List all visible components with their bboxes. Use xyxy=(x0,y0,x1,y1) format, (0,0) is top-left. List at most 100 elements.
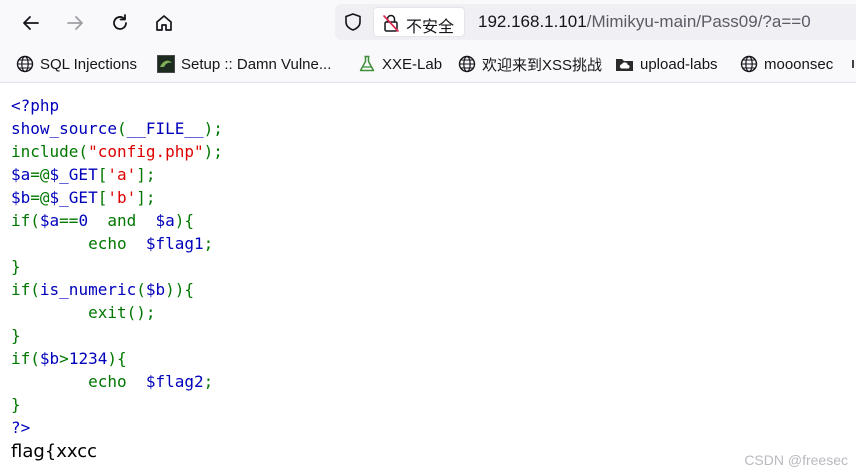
insecure-label: 不安全 xyxy=(406,19,455,36)
browser-chrome: 不安全 192.168.1.101/Mimikyu-main/Pass09/?a… xyxy=(0,0,856,83)
bookmark-sql-injections[interactable]: SQL Injections xyxy=(16,52,137,76)
source-line: ?> xyxy=(11,418,30,437)
source-line: } xyxy=(11,257,21,276)
source-token: include( xyxy=(11,142,89,161)
source-token: $b xyxy=(11,188,31,207)
source-token: [ xyxy=(97,165,108,184)
source-token: if( xyxy=(11,211,40,230)
source-line: $b=@$_GET['b']; xyxy=(11,188,156,207)
source-token: __FILE__ xyxy=(126,119,204,138)
source-token: ( xyxy=(136,280,146,299)
bookmark-label: Setup :: Damn Vulne... xyxy=(181,55,332,73)
source-line: } xyxy=(11,395,21,414)
forward-arrow-icon xyxy=(67,16,83,30)
address-bar[interactable]: 不安全 192.168.1.101/Mimikyu-main/Pass09/?a… xyxy=(335,4,856,40)
source-token: is_numeric xyxy=(39,280,137,299)
source-token: ; xyxy=(203,234,214,253)
connection-insecure-indicator[interactable]: 不安全 xyxy=(373,7,465,37)
source-token: $a xyxy=(155,211,175,230)
bookmark-mooonsec[interactable]: mooonsec xyxy=(740,52,833,76)
source-token: echo xyxy=(11,234,146,253)
globe-icon xyxy=(740,55,758,73)
back-arrow-icon xyxy=(23,16,39,30)
source-token: ?> xyxy=(11,418,31,437)
home-button[interactable] xyxy=(149,8,179,38)
home-icon xyxy=(156,15,172,31)
source-token: and xyxy=(88,211,156,230)
source-token: [ xyxy=(97,188,108,207)
source-token: ){ xyxy=(174,211,195,230)
source-token: 'a' xyxy=(107,165,137,184)
source-token: == xyxy=(59,211,79,230)
source-line: <?php xyxy=(11,96,59,115)
source-token: show_source xyxy=(11,119,117,138)
folder-cloud-icon xyxy=(615,55,634,73)
source-token: exit xyxy=(11,303,127,322)
bookmark-xss-challenge[interactable]: 欢迎来到XSS挑战 xyxy=(458,52,602,76)
source-token: $b xyxy=(145,280,166,299)
url-text[interactable]: 192.168.1.101/Mimikyu-main/Pass09/?a==0 xyxy=(478,12,811,32)
source-line: exit(); xyxy=(11,303,156,322)
source-token: } xyxy=(11,326,21,345)
source-token: } xyxy=(11,395,21,414)
source-token: $_GET xyxy=(49,165,98,184)
source-token: "config.php" xyxy=(88,142,204,161)
reload-icon xyxy=(113,14,127,30)
source-line: if(is_numeric($b)){ xyxy=(11,280,194,299)
bookmarks-overflow-icon xyxy=(852,60,854,68)
source-token: =@ xyxy=(30,165,50,184)
source-token: 1234 xyxy=(68,349,108,368)
source-line: } xyxy=(11,326,21,345)
globe-icon xyxy=(16,55,34,73)
source-token: > xyxy=(59,349,69,368)
source-token: $b xyxy=(39,349,60,368)
source-line: show_source(__FILE__); xyxy=(11,119,223,138)
forward-button[interactable] xyxy=(60,8,90,38)
php-source-code: <?php show_source(__FILE__); include("co… xyxy=(11,94,223,439)
flask-icon xyxy=(358,55,376,73)
bookmark-upload-labs[interactable]: upload-labs xyxy=(615,52,718,76)
source-token: } xyxy=(11,257,21,276)
bookmark-label: upload-labs xyxy=(640,55,718,73)
source-token: ); xyxy=(203,119,223,138)
page-content: <?php show_source(__FILE__); include("co… xyxy=(11,94,223,462)
source-token: if( xyxy=(11,349,40,368)
source-line: echo $flag1; xyxy=(11,234,213,253)
source-token: 0 xyxy=(78,211,89,230)
source-token: ( xyxy=(116,119,127,138)
insecure-lock-icon xyxy=(383,14,399,32)
reload-button[interactable] xyxy=(105,8,135,38)
back-button[interactable] xyxy=(16,8,46,38)
bookmark-label: mooonsec xyxy=(764,55,834,73)
url-host: 192.168.1.101 xyxy=(478,12,587,31)
source-token: ); xyxy=(203,142,223,161)
tracking-protection-shield-icon[interactable] xyxy=(343,12,363,32)
globe-icon xyxy=(458,55,476,73)
source-token: $_GET xyxy=(49,188,98,207)
source-token: if( xyxy=(11,280,40,299)
flag-output-text: flag{xxcc xyxy=(11,441,98,462)
url-path: /Mimikyu-main/Pass09/?a==0 xyxy=(586,12,811,31)
bookmark-dvwa-setup[interactable]: Setup :: Damn Vulne... xyxy=(157,52,331,76)
source-token: ]; xyxy=(136,188,156,207)
source-line: $a=@$_GET['a']; xyxy=(11,165,156,184)
source-token: )){ xyxy=(165,280,195,299)
bookmark-label: 欢迎来到XSS挑战 xyxy=(482,56,603,74)
source-line: if($a==0 and $a){ xyxy=(11,211,194,230)
source-token: ){ xyxy=(107,349,127,368)
csdn-watermark: CSDN @freesec xyxy=(744,452,848,468)
source-token: ; xyxy=(203,372,214,391)
dvwa-favicon-icon xyxy=(157,55,175,73)
source-line: include("config.php"); xyxy=(11,142,223,161)
source-line: echo $flag2; xyxy=(11,372,213,391)
bookmark-xxe-lab[interactable]: XXE-Lab xyxy=(358,52,442,76)
source-token: =@ xyxy=(30,188,50,207)
source-token: $flag1 xyxy=(145,234,204,253)
source-token: echo xyxy=(11,372,146,391)
source-token: $a xyxy=(11,165,31,184)
source-token: 'b' xyxy=(107,188,137,207)
source-token: ]; xyxy=(136,165,156,184)
bookmark-label: XXE-Lab xyxy=(382,55,443,73)
source-token: $flag2 xyxy=(145,372,204,391)
source-token: (); xyxy=(126,303,156,322)
